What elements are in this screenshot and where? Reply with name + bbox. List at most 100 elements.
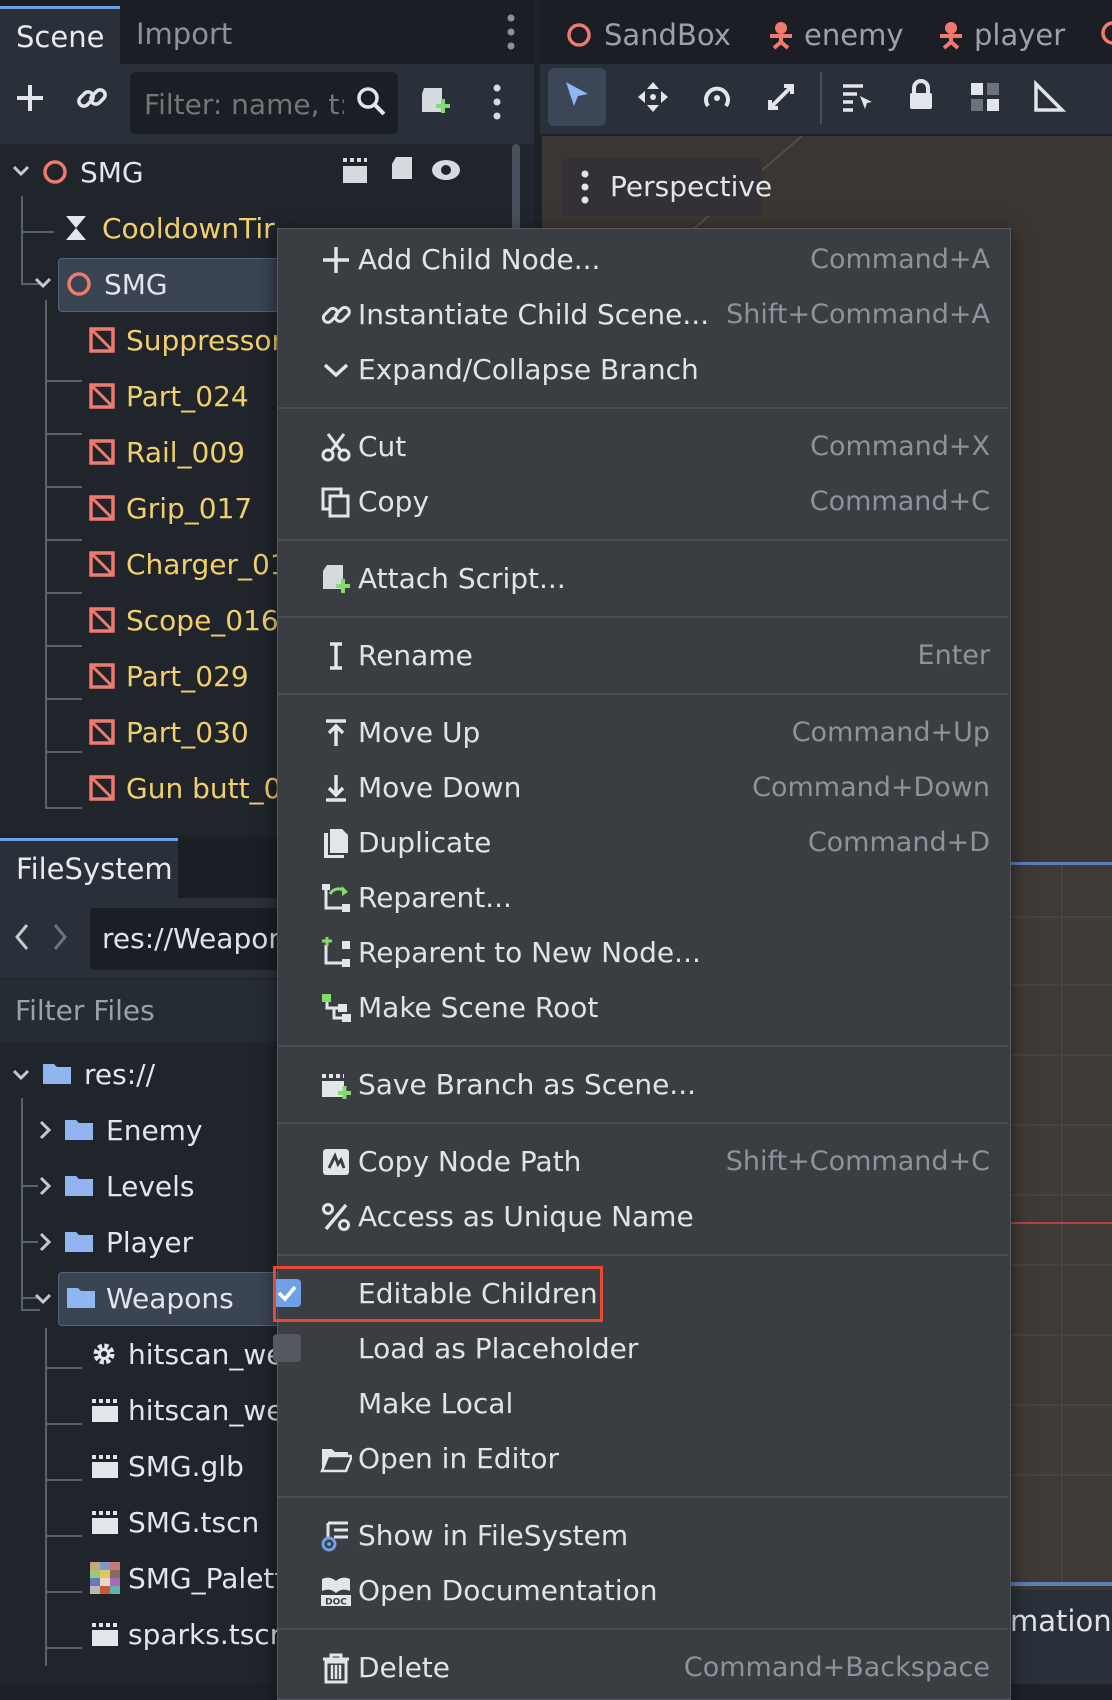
menu-item-copy-node-path[interactable]: Copy Node Path Shift+Command+C [278, 1134, 1008, 1189]
fs-label: res:// [84, 1058, 156, 1091]
select-tool-button[interactable] [548, 68, 606, 126]
menu-item-move-down[interactable]: Move Down Command+Down [278, 760, 1008, 815]
menu-item-shortcut: Command+A [810, 244, 990, 275]
rename-icon [330, 642, 342, 670]
menu-item-instantiate-child-scene[interactable]: Instantiate Child Scene... Shift+Command… [278, 287, 1008, 342]
menu-item-reparent-to-new-node[interactable]: Reparent to New Node... [278, 925, 1008, 980]
script-icon[interactable] [388, 154, 416, 186]
node3d-icon [67, 272, 91, 296]
chevron-right-icon[interactable] [38, 1232, 52, 1252]
reparent-icon [322, 884, 350, 912]
move-tool-button[interactable] [624, 68, 682, 126]
panel-border [1008, 1582, 1112, 1586]
animation-tab-label[interactable]: mation [1010, 1604, 1112, 1638]
menu-item-make-scene-root[interactable]: Make Scene Root [278, 980, 1008, 1035]
menu-item-label: Rename [358, 639, 473, 672]
menu-item-reparent[interactable]: Reparent... [278, 870, 1008, 925]
scene-tab-enemy[interactable]: enemy [766, 8, 903, 62]
menu-item-move-up[interactable]: Move Up Command+Up [278, 705, 1008, 760]
menu-item-delete[interactable]: Delete Command+Backspace [278, 1640, 1008, 1695]
group-button[interactable] [956, 68, 1014, 126]
menu-item-label: Duplicate [358, 826, 492, 859]
plus-icon [323, 247, 349, 273]
link-icon [321, 305, 351, 324]
menu-item-rename[interactable]: Rename Enter [278, 628, 1008, 683]
visibility-eye-icon[interactable] [430, 156, 462, 184]
chevron-down-icon[interactable] [12, 164, 30, 178]
folder-icon [65, 1120, 93, 1140]
dock-menu-icon[interactable] [506, 14, 516, 50]
menu-item-save-branch-as-scene[interactable]: Save Branch as Scene... [278, 1057, 1008, 1112]
scene-filter-input[interactable] [142, 72, 346, 136]
scene-tabs-bar: SandBox enemy player [540, 0, 1112, 64]
back-arrow-icon[interactable] [14, 922, 30, 952]
scene-file-icon [92, 1455, 118, 1478]
menu-item-open-in-editor[interactable]: Open in Editor [278, 1431, 1008, 1486]
menu-item-attach-script[interactable]: Attach Script... [278, 551, 1008, 606]
menu-item-access-as-unique-name[interactable]: Access as Unique Name [278, 1189, 1008, 1244]
chevron-down-icon[interactable] [34, 276, 52, 290]
menu-item-duplicate[interactable]: Duplicate Command+D [278, 815, 1008, 870]
tree-node-label: SMG [80, 156, 144, 189]
node-path-icon [323, 1149, 349, 1175]
perspective-menu-button[interactable]: Perspective [562, 158, 772, 216]
folder-icon [65, 1232, 93, 1252]
scene-tab-player[interactable]: player [936, 8, 1065, 62]
timer-icon [66, 216, 86, 240]
tree-node-label: CooldownTir [102, 212, 275, 245]
lock-button[interactable] [892, 68, 950, 126]
move-down-icon [326, 775, 346, 802]
fs-label: Enemy [106, 1114, 203, 1147]
menu-item-show-in-filesystem[interactable]: Show in FileSystem [278, 1508, 1008, 1563]
menu-item-copy[interactable]: Copy Command+C [278, 474, 1008, 529]
tab-scene[interactable]: Scene [0, 6, 121, 64]
toolbar-divider [820, 72, 822, 124]
tab-filesystem[interactable]: FileSystem [0, 838, 178, 898]
scene-more-icon[interactable] [492, 84, 502, 120]
scene-file-icon [92, 1399, 118, 1422]
vertical-dots-icon [581, 170, 589, 204]
context-menu: Add Child Node... Command+A Instantiate … [273, 228, 1011, 1700]
editable-children-highlight-box [273, 1266, 603, 1322]
tree-node-label: Scope_016 [126, 604, 279, 637]
add-node-button[interactable] [14, 82, 46, 114]
menu-item-shortcut: Command+X [810, 431, 990, 462]
instantiate-scene-button[interactable] [76, 82, 108, 114]
chevron-down-icon[interactable] [12, 1068, 30, 1082]
scene-tab-sandbox[interactable]: SandBox [566, 8, 731, 62]
ruler-button[interactable] [1020, 68, 1078, 126]
tree-row[interactable]: SMG [4, 144, 524, 201]
fs-label: Levels [106, 1170, 195, 1203]
menu-item-open-documentation[interactable]: DOC Open Documentation [278, 1563, 1008, 1618]
menu-item-expand-collapse-branch[interactable]: Expand/Collapse Branch [278, 342, 1008, 397]
svg-text:DOC: DOC [325, 1598, 347, 1608]
menu-item-cut[interactable]: Cut Command+X [278, 419, 1008, 474]
menu-separator [278, 407, 1008, 409]
menu-item-load-as-placeholder[interactable]: Load as Placeholder [273, 1321, 1008, 1376]
open-scene-icon[interactable] [340, 156, 370, 186]
menu-item-add-child-node[interactable]: Add Child Node... Command+A [278, 232, 1008, 287]
scale-tool-button[interactable] [752, 68, 810, 126]
chevron-right-icon[interactable] [38, 1120, 52, 1140]
menu-item-shortcut: Command+Up [791, 717, 990, 748]
tab-import[interactable]: Import [120, 6, 248, 64]
menu-separator [278, 1496, 1008, 1498]
checkbox-empty-icon[interactable] [271, 1332, 303, 1364]
menu-separator [278, 616, 1008, 618]
menu-item-make-local[interactable]: Make Local [278, 1376, 1008, 1431]
scene-filter-box [130, 72, 398, 136]
forward-arrow-icon[interactable] [52, 922, 68, 952]
fs-label: Player [106, 1226, 194, 1259]
menu-item-shortcut: Shift+Command+A [726, 299, 990, 330]
tree-node-label: Suppressor [126, 324, 284, 357]
chevron-down-icon[interactable] [34, 1292, 52, 1306]
scene-dock-tabbar: Scene Import [0, 0, 534, 64]
chevron-right-icon[interactable] [38, 1176, 52, 1196]
tree-node-label: Part_024 [126, 380, 249, 413]
menu-item-shortcut: Enter [917, 640, 990, 671]
attach-script-button[interactable] [418, 84, 452, 120]
rotate-tool-button[interactable] [688, 68, 746, 126]
node3d-icon [43, 160, 67, 184]
list-select-button[interactable] [828, 68, 886, 126]
menu-separator [278, 1254, 1008, 1256]
